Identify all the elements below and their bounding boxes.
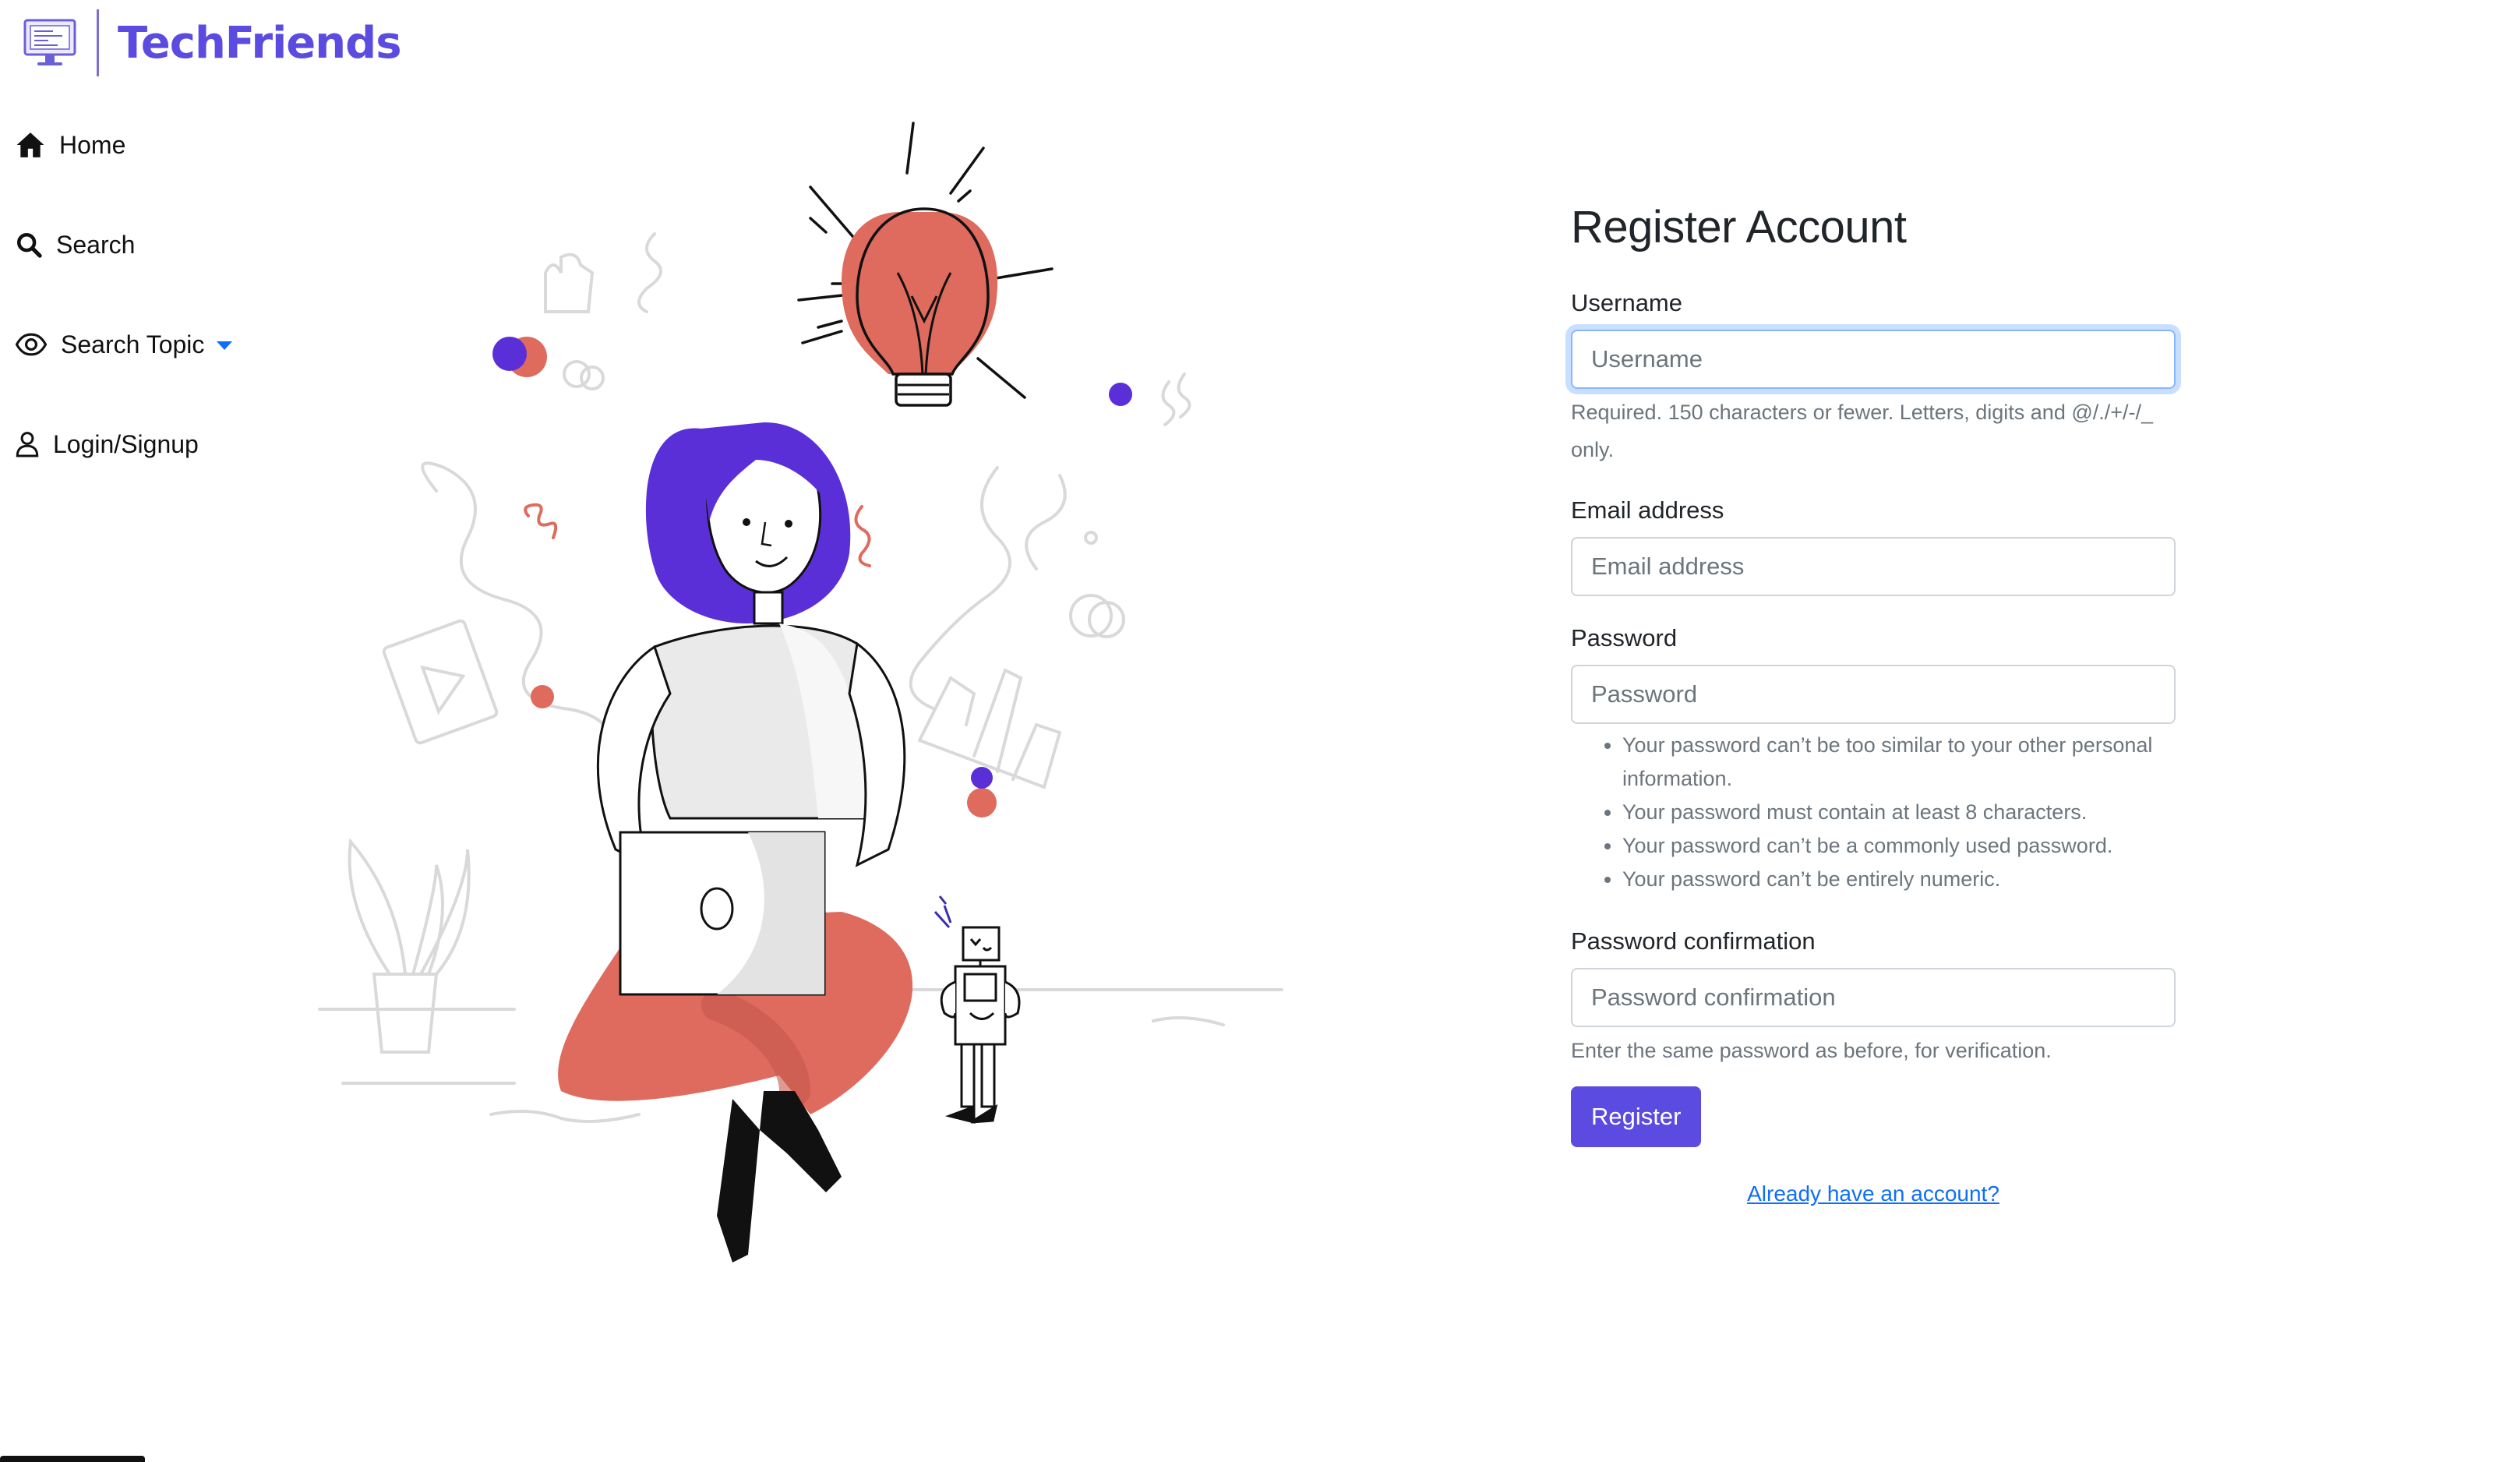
brand-name[interactable]: TechFriends [118,18,402,69]
register-button[interactable]: Register [1571,1086,1702,1147]
password-confirmation-label: Password confirmation [1571,927,1816,955]
sidebar-item-label: Login/Signup [53,429,199,458]
page-title: Register Account [1571,202,1907,252]
already-have-account-link[interactable]: Already have an account? [1571,1181,2176,1206]
password-input[interactable] [1571,665,2176,724]
list-item: Your password can’t be too similar to yo… [1622,729,2179,796]
email-field-group: Email address [1571,496,2179,596]
email-input[interactable] [1571,537,2176,596]
password-confirmation-field-group: Password confirmation Enter the same pas… [1571,927,2179,1069]
eye-icon [16,333,47,356]
sidebar-item-login-signup[interactable]: Login/Signup [16,416,312,472]
lightbulb-icon [797,122,1054,407]
list-item: Your password can’t be entirely numeric. [1622,863,2179,896]
register-form: Register Account Username Required. 150 … [1571,201,2179,1206]
password-confirmation-help-text: Enter the same password as before, for v… [1571,1039,2052,1062]
sidebar-item-label: Search Topic [61,330,205,358]
sidebar-item-label: Search [56,230,136,259]
home-icon [16,132,44,157]
woman-with-laptop-icon [558,422,913,1262]
bottom-scroll-indicator [0,1456,145,1462]
brand-divider [97,9,99,76]
username-label: Username [1571,289,1682,316]
username-field-group: Username Required. 150 characters or few… [1571,289,2179,468]
robot-icon [934,895,1021,1124]
list-item: Your password must contain at least 8 ch… [1622,796,2179,829]
password-label: Password [1571,624,1678,652]
password-rules-list: Your password can’t be too similar to yo… [1571,729,2179,896]
brand[interactable]: TechFriends [22,9,402,76]
username-help-text: Required. 150 characters or fewer. Lette… [1571,401,2154,461]
chevron-down-icon[interactable] [217,341,233,350]
monitor-logo-icon [23,19,76,65]
username-input[interactable] [1571,330,2176,389]
sidebar-item-search-topic[interactable]: Search Topic [16,316,312,373]
user-icon [16,432,39,457]
sidebar-item-label: Home [59,130,126,159]
password-field-group: Password Your password can’t be too simi… [1571,624,2179,896]
sidebar: Home Search Search Topic Login/Signup [16,117,312,516]
illustration [318,122,1283,1262]
sidebar-item-search[interactable]: Search [16,217,312,273]
password-confirmation-input[interactable] [1571,968,2176,1027]
list-item: Your password can’t be a commonly used p… [1622,829,2179,863]
email-label: Email address [1571,496,1724,524]
sidebar-item-home[interactable]: Home [16,117,312,173]
search-icon [16,232,42,258]
